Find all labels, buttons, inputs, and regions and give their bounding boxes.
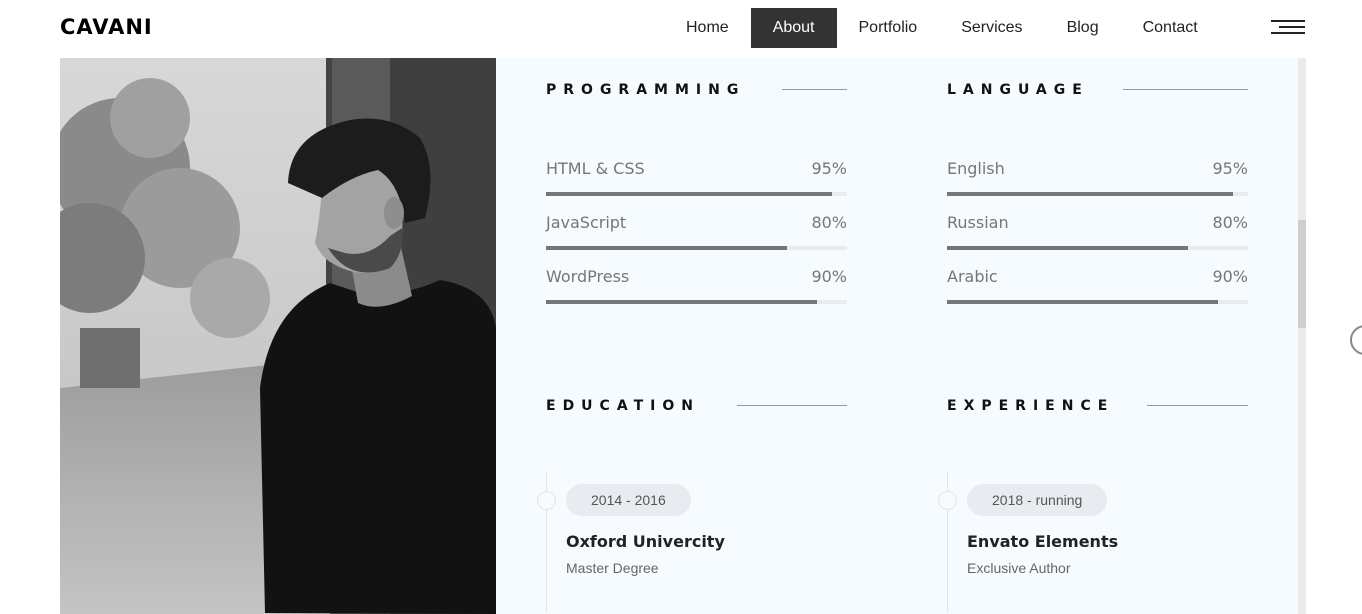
skill-javascript: JavaScript 80% xyxy=(546,213,847,250)
skill-russian: Russian 80% xyxy=(947,213,1248,250)
skill-wordpress: WordPress 90% xyxy=(546,267,847,304)
skill-bar-fill xyxy=(546,246,787,250)
skill-bar-fill xyxy=(947,192,1233,196)
skill-percent: 90% xyxy=(1212,267,1248,286)
main-nav: Home About Portfolio Services Blog Conta… xyxy=(664,8,1220,48)
nav-services[interactable]: Services xyxy=(939,8,1044,48)
profile-photo xyxy=(60,58,496,614)
experience-title-line xyxy=(1147,405,1248,406)
skill-percent: 95% xyxy=(1212,159,1248,178)
skill-name: WordPress xyxy=(546,267,630,286)
experience-title: EXPERIENCE xyxy=(947,398,1115,414)
skill-html-css: HTML & CSS 95% xyxy=(546,159,847,196)
language-title-line xyxy=(1123,89,1248,90)
skill-bar xyxy=(546,300,847,304)
timeline-subtitle: Exclusive Author xyxy=(967,560,1071,576)
skill-percent: 95% xyxy=(811,159,847,178)
experience-timeline-item: 2018 - running Envato Elements Exclusive… xyxy=(938,472,1249,612)
date-badge: 2018 - running xyxy=(967,484,1108,516)
skill-name: Arabic xyxy=(947,267,998,286)
site-logo[interactable]: CAVANI xyxy=(60,15,153,39)
date-badge: 2014 - 2016 xyxy=(566,484,691,516)
nav-contact[interactable]: Contact xyxy=(1121,8,1220,48)
hamburger-icon[interactable] xyxy=(1271,20,1305,36)
scrollbar[interactable] xyxy=(1298,58,1306,614)
scrollbar-thumb[interactable] xyxy=(1298,220,1306,328)
timeline-dot xyxy=(938,491,957,510)
skill-bar-fill xyxy=(947,246,1188,250)
education-title-line xyxy=(737,405,847,406)
nav-blog[interactable]: Blog xyxy=(1045,8,1121,48)
timeline-subtitle: Master Degree xyxy=(566,560,659,576)
skill-bar-fill xyxy=(546,192,832,196)
skill-bar-fill xyxy=(947,300,1218,304)
skill-name: JavaScript xyxy=(546,213,627,232)
education-timeline-item: 2014 - 2016 Oxford Univercity Master Deg… xyxy=(537,472,848,612)
skill-arabic: Arabic 90% xyxy=(947,267,1248,304)
skill-bar xyxy=(947,300,1248,304)
education-title: EDUCATION xyxy=(546,398,700,414)
nav-portfolio[interactable]: Portfolio xyxy=(837,8,940,48)
skill-percent: 90% xyxy=(811,267,847,286)
skill-bar xyxy=(947,192,1248,196)
skill-name: Russian xyxy=(947,213,1009,232)
skill-bar xyxy=(546,246,847,250)
circle-toggle-icon[interactable] xyxy=(1350,325,1362,355)
skill-name: HTML & CSS xyxy=(546,159,645,178)
skill-percent: 80% xyxy=(811,213,847,232)
nav-home[interactable]: Home xyxy=(664,8,751,48)
timeline-dot xyxy=(537,491,556,510)
skill-bar-fill xyxy=(546,300,817,304)
skill-name: English xyxy=(947,159,1005,178)
nav-about[interactable]: About xyxy=(750,8,837,48)
skill-percent: 80% xyxy=(1212,213,1248,232)
programming-title: PROGRAMMING xyxy=(546,82,746,98)
skill-english: English 95% xyxy=(947,159,1248,196)
site-header: CAVANI Home About Portfolio Services Blo… xyxy=(0,0,1362,58)
language-title: LANGUAGE xyxy=(947,82,1089,98)
skill-bar xyxy=(947,246,1248,250)
timeline-title: Envato Elements xyxy=(967,532,1119,551)
skill-bar xyxy=(546,192,847,196)
timeline-title: Oxford Univercity xyxy=(566,532,725,551)
programming-title-line xyxy=(782,89,847,90)
